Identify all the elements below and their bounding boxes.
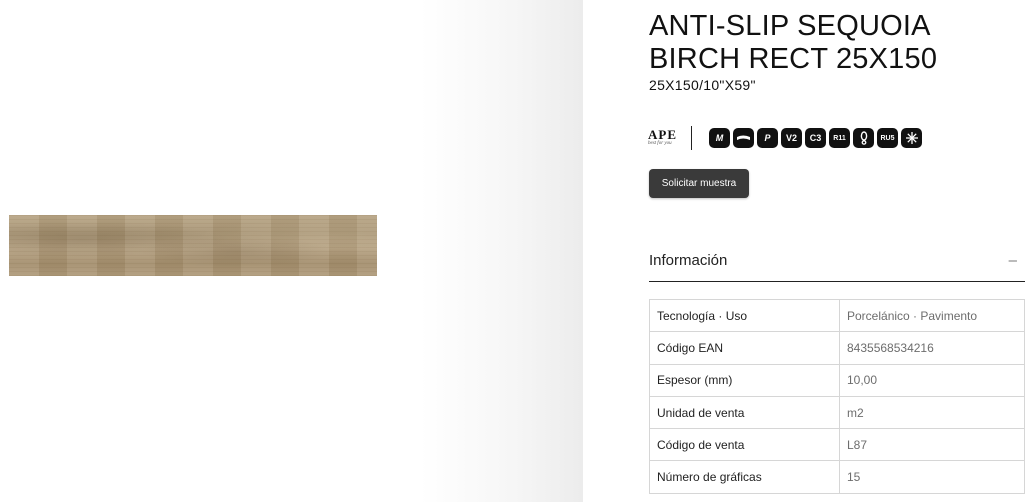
- product-title: ANTI-SLIP SEQUOIA BIRCH RECT 25X150: [649, 10, 938, 75]
- row-label: Código de venta: [649, 428, 840, 462]
- row-label: Número de gráficas: [649, 460, 840, 494]
- brand-name: APE: [648, 127, 677, 142]
- row-label: Unidad de venta: [649, 395, 840, 430]
- info-section-title: Información: [649, 252, 728, 269]
- foot-slip-icon: [853, 128, 874, 148]
- info-table: Tecnología · Uso Porcelánico · Pavimento…: [649, 298, 1025, 494]
- brand-tagline: best for you: [648, 141, 672, 146]
- tile-product-image[interactable]: [9, 215, 377, 276]
- row-value: Porcelánico · Pavimento: [839, 298, 1025, 333]
- table-row: Espesor (mm) 10,00: [649, 363, 1025, 397]
- r11-icon: R11: [829, 128, 850, 148]
- p-icon: P: [757, 128, 778, 148]
- row-value: 10,00: [839, 363, 1025, 397]
- table-row: Código de venta L87: [649, 428, 1025, 462]
- info-accordion-header[interactable]: Información –: [649, 240, 1025, 282]
- table-row: Número de gráficas 15: [649, 460, 1025, 494]
- brand-logo: APE best for you: [648, 128, 684, 147]
- v2-icon: V2: [781, 128, 802, 148]
- product-dimensions: 25X150/10"X59": [649, 77, 756, 93]
- row-value: 15: [839, 460, 1025, 494]
- product-image-panel: [0, 0, 583, 502]
- m-slab-icon: M: [709, 128, 730, 148]
- technical-icons: M P V2 C3 R11 RU5: [709, 128, 922, 148]
- frost-resistant-icon: [901, 128, 922, 148]
- row-label: Tecnología · Uso: [649, 298, 840, 333]
- c3-icon: C3: [805, 128, 826, 148]
- brand-divider: [691, 126, 692, 150]
- row-value: L87: [839, 428, 1025, 462]
- ru5-icon: RU5: [877, 128, 898, 148]
- row-label: Código EAN: [649, 331, 840, 365]
- shade-variation-icon: [733, 128, 754, 148]
- table-row: Tecnología · Uso Porcelánico · Pavimento: [649, 298, 1025, 333]
- collapse-icon[interactable]: –: [1009, 252, 1017, 269]
- row-label: Espesor (mm): [649, 363, 840, 397]
- table-row: Código EAN 8435568534216: [649, 331, 1025, 365]
- row-value: 8435568534216: [839, 331, 1025, 365]
- table-row: Unidad de venta m2: [649, 395, 1025, 430]
- row-value: m2: [839, 395, 1025, 430]
- request-sample-button[interactable]: Solicitar muestra: [649, 169, 749, 198]
